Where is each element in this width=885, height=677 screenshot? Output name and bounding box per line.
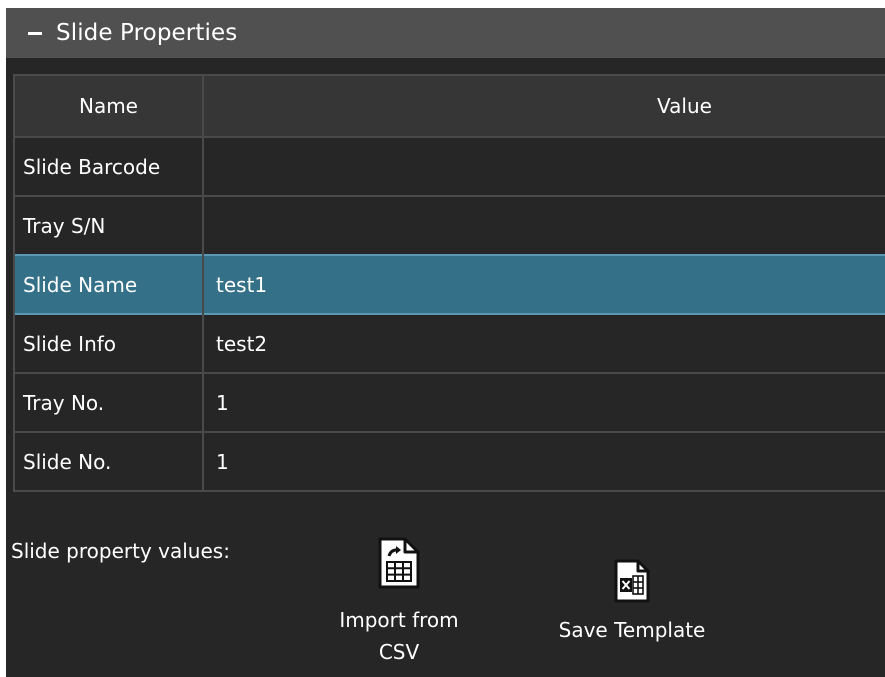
csv-import-icon [378, 537, 420, 589]
table-row[interactable]: Slide Barcode [13, 136, 885, 196]
property-value[interactable]: 1 [203, 372, 885, 432]
save-template-button[interactable]: Save Template [542, 558, 722, 646]
property-value[interactable]: test2 [203, 313, 885, 373]
grid-header-row: Name Value [13, 74, 885, 137]
table-row-selected[interactable]: Slide Name test1 [13, 254, 885, 314]
collapse-icon[interactable] [20, 31, 50, 35]
import-from-csv-button[interactable]: Import from CSV [324, 536, 474, 668]
property-value[interactable]: test1 [203, 254, 885, 314]
panel-title: Slide Properties [56, 20, 238, 46]
property-name: Tray No. [13, 372, 204, 432]
property-value[interactable]: 1 [203, 431, 885, 492]
property-name: Tray S/N [13, 195, 204, 255]
import-label-line2: CSV [378, 640, 420, 664]
save-template-label: Save Template [558, 618, 706, 642]
column-header-value[interactable]: Value [203, 74, 885, 137]
excel-file-icon [614, 559, 650, 603]
table-row[interactable]: Tray No. 1 [13, 372, 885, 432]
column-header-name[interactable]: Name [13, 74, 204, 137]
property-name: Slide No. [13, 431, 204, 492]
slide-properties-panel: Slide Properties Name Value Slide Barcod… [6, 8, 885, 677]
import-label-line1: Import from [339, 608, 459, 632]
table-row[interactable]: Slide Info test2 [13, 313, 885, 373]
property-value[interactable] [203, 136, 885, 196]
table-row[interactable]: Slide No. 1 [13, 431, 885, 492]
slide-property-values-label: Slide property values: [11, 539, 230, 563]
panel-header[interactable]: Slide Properties [6, 8, 885, 58]
properties-grid: Name Value Slide Barcode Tray S/N Slide … [13, 74, 885, 492]
property-value[interactable] [203, 195, 885, 255]
property-name: Slide Name [13, 254, 204, 314]
table-row[interactable]: Tray S/N [13, 195, 885, 255]
property-name: Slide Info [13, 313, 204, 373]
property-name: Slide Barcode [13, 136, 204, 196]
